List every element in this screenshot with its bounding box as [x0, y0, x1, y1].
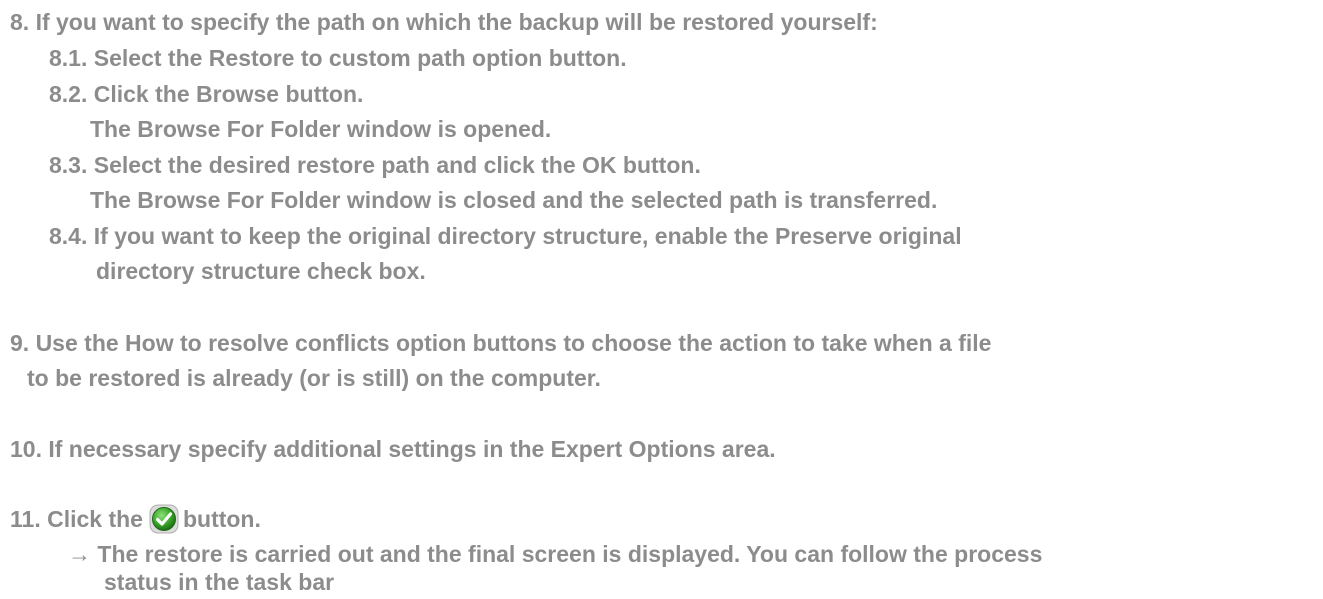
step-8-2: 8.2. Click the Browse button.: [49, 81, 364, 107]
step-8-4: 8.4. If you want to keep the original di…: [49, 223, 962, 249]
step-8-1: 8.1. Select the Restore to custom path o…: [49, 45, 627, 71]
step-9: 9. Use the How to resolve conflicts opti…: [10, 330, 992, 356]
step-9-cont: to be restored is already (or is still) …: [27, 365, 601, 391]
step-11-result: → The restore is carried out and the fin…: [68, 541, 1043, 567]
step-8-2-result: The Browse For Folder window is opened.: [90, 116, 552, 142]
step-11-result-cont: status in the task bar: [104, 569, 335, 595]
step-11-before: 11. Click the: [10, 506, 143, 532]
step-11: 11. Click the button.: [10, 504, 261, 534]
step-8-4-cont: directory structure check box.: [96, 258, 426, 284]
step-8: 8. If you want to specify the path on wh…: [10, 9, 878, 35]
step-10: 10. If necessary specify additional sett…: [10, 436, 776, 462]
step-8-3: 8.3. Select the desired restore path and…: [49, 152, 701, 178]
step-8-3-result: The Browse For Folder window is closed a…: [90, 187, 938, 213]
step-11-after: button.: [182, 506, 261, 532]
green-checkmark-icon: [149, 504, 179, 534]
